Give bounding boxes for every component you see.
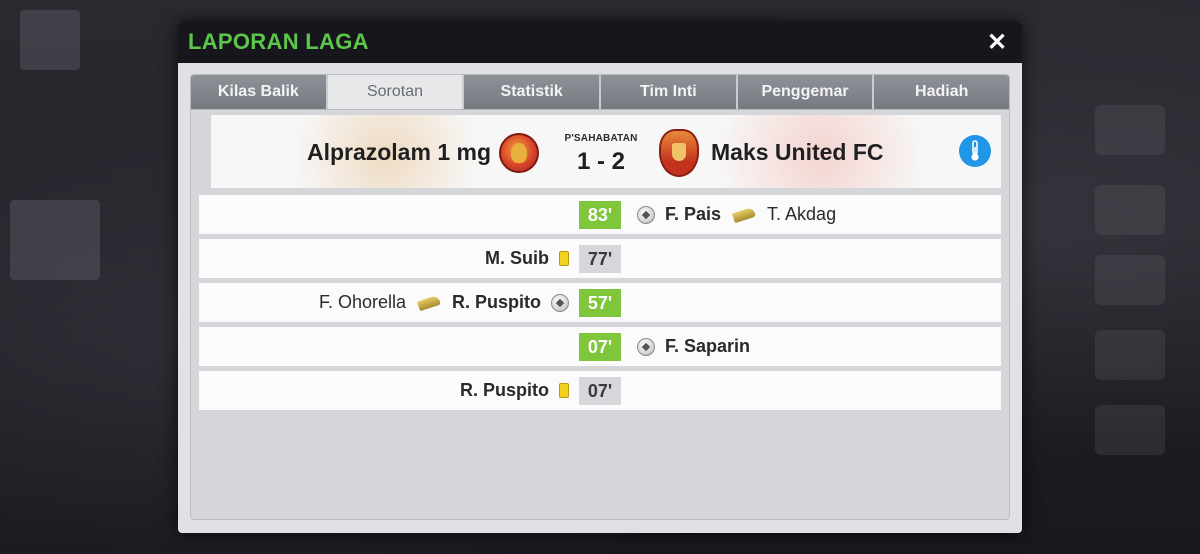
background-menu-item (1095, 405, 1165, 455)
goal-scorer: F. Saparin (665, 336, 751, 356)
home-team-name: Alprazolam 1 mg (306, 139, 491, 165)
dialog-title: LAPORAN LAGA (188, 29, 369, 54)
yellow-card-icon (559, 383, 569, 398)
tab-kilas-balik[interactable]: Kilas Balik (191, 75, 328, 109)
match-report-dialog: LAPORAN LAGA ✕ Kilas Balik Sorotan Stati… (178, 21, 1022, 533)
event-row: M. Suib 77' (199, 239, 1001, 278)
event-minute: 57' (579, 289, 621, 317)
background-menu-item (1095, 330, 1165, 380)
away-team-name: Maks United FC (711, 139, 884, 165)
event-minute: 77' (579, 245, 621, 273)
tab-statistik[interactable]: Statistik (464, 75, 602, 109)
background-menu-item (1095, 105, 1165, 155)
tab-sorotan[interactable]: Sorotan (327, 75, 465, 109)
home-team-badge-icon (499, 133, 539, 173)
away-event: F. Pais T. Akdag (637, 195, 836, 234)
close-icon[interactable]: ✕ (982, 27, 1012, 57)
away-team-badge-icon (659, 129, 699, 177)
dialog-titlebar: LAPORAN LAGA ✕ (178, 21, 1022, 63)
background-menu-item (1095, 255, 1165, 305)
home-event: M. Suib (485, 239, 569, 278)
assist-player: T. Akdag (767, 204, 837, 224)
match-header: Alprazolam 1 mg P'SAHABATAN 1 - 2 Maks U… (211, 115, 1001, 188)
boot-icon (416, 296, 442, 310)
background-menu-item (10, 200, 100, 280)
home-event: F. Ohorella R. Puspito (319, 283, 569, 322)
match-type-label: P'SAHABATAN (564, 133, 638, 144)
event-row: 07' F. Saparin (199, 327, 1001, 366)
event-row: 83' F. Pais T. Akdag (199, 195, 1001, 234)
assist-player: F. Ohorella (318, 292, 406, 312)
background-menu-item (20, 10, 80, 70)
tab-penggemar[interactable]: Penggemar (737, 75, 875, 109)
boot-icon (731, 208, 757, 222)
highlights-list: 83' F. Pais T. Akdag M. Suib 77' F. Ohor… (199, 195, 1001, 415)
home-event: R. Puspito (460, 371, 569, 410)
away-event: F. Saparin (637, 327, 750, 366)
booked-player: M. Suib (485, 248, 549, 268)
report-panel: Kilas Balik Sorotan Statistik Tim Inti P… (190, 74, 1010, 520)
tab-hadiah[interactable]: Hadiah (874, 75, 1009, 109)
event-row: R. Puspito 07' (199, 371, 1001, 410)
thermometer-icon[interactable] (959, 135, 991, 167)
event-minute: 07' (579, 333, 621, 361)
football-icon (637, 205, 655, 224)
goal-scorer: F. Pais (665, 204, 722, 224)
football-icon (551, 293, 569, 312)
booked-player: R. Puspito (460, 380, 549, 400)
tab-tim-inti[interactable]: Tim Inti (601, 75, 738, 109)
event-minute: 07' (579, 377, 621, 405)
event-minute: 83' (579, 201, 621, 229)
match-score: 1 - 2 (576, 148, 626, 175)
yellow-card-icon (559, 251, 569, 266)
football-icon (637, 337, 655, 356)
tab-bar: Kilas Balik Sorotan Statistik Tim Inti P… (191, 75, 1009, 110)
goal-scorer: R. Puspito (452, 292, 541, 312)
background-menu-item (1095, 185, 1165, 235)
event-row: F. Ohorella R. Puspito 57' (199, 283, 1001, 322)
